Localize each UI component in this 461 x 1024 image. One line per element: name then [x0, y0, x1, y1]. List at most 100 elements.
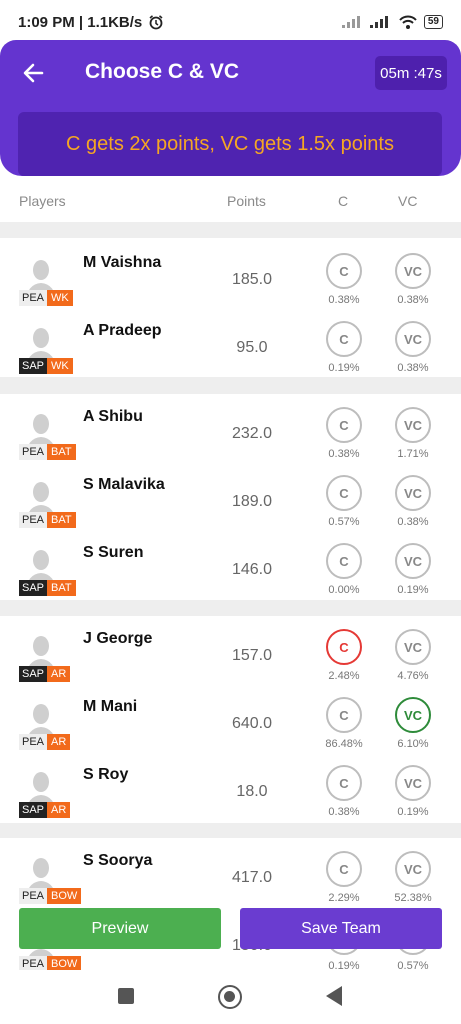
- player-points: 189.0: [231, 493, 273, 510]
- player-points: 185.0: [231, 271, 273, 288]
- vice-captain-selection-percent: 52.38%: [394, 892, 432, 904]
- column-header: Players Points C VC: [0, 176, 461, 222]
- vice-captain-button[interactable]: VC: [395, 697, 431, 733]
- wifi-icon: [399, 15, 417, 29]
- player-points: 95.0: [236, 339, 268, 356]
- player-row[interactable]: PEA WK M Vaishna 185.0 C VC 0.38% 0.38%: [0, 248, 461, 316]
- vice-captain-button[interactable]: VC: [395, 543, 431, 579]
- header: Choose C & VC 05m :47s C gets 2x points,…: [0, 40, 461, 176]
- player-points: 146.0: [231, 561, 273, 578]
- team-role-badge: PEA AR: [19, 734, 71, 750]
- player-points: 640.0: [231, 715, 273, 732]
- player-name: S Roy: [83, 766, 129, 783]
- player-name: M Mani: [83, 698, 138, 715]
- system-nav-bar: [0, 970, 461, 1024]
- signal-icon: [341, 16, 364, 28]
- player-name: A Pradeep: [83, 322, 162, 339]
- signal-icon-2: [369, 16, 392, 28]
- vice-captain-button[interactable]: VC: [395, 851, 431, 887]
- home-icon[interactable]: [218, 985, 242, 1009]
- vice-captain-selection-percent: 0.38%: [397, 294, 429, 306]
- captain-button[interactable]: C: [326, 851, 362, 887]
- player-name: J George: [83, 630, 153, 647]
- player-row[interactable]: PEA BAT S Malavika 189.0 C VC 0.57% 0.38…: [0, 470, 461, 538]
- points-info-banner: C gets 2x points, VC gets 1.5x points: [18, 112, 442, 176]
- player-row[interactable]: SAP BAT S Suren 146.0 C VC 0.00% 0.19%: [0, 538, 461, 606]
- countdown-timer: 05m :47s: [375, 56, 447, 90]
- player-row[interactable]: PEA AR M Mani 640.0 C VC 86.48% 6.10%: [0, 692, 461, 760]
- team-role-badge: SAP WK: [19, 358, 73, 374]
- captain-button[interactable]: C: [326, 765, 362, 801]
- team-code: PEA: [19, 290, 48, 306]
- column-points: Points: [227, 193, 266, 209]
- role-badge: AR: [47, 734, 71, 750]
- team-code: PEA: [19, 512, 48, 528]
- vice-captain-button[interactable]: VC: [395, 475, 431, 511]
- app-root: 1:09 PM | 1.1KB/s 59 Choose C & VC 05m:…: [0, 0, 461, 1024]
- captain-button[interactable]: C: [326, 475, 362, 511]
- section-divider: [0, 222, 461, 238]
- role-badge: WK: [47, 358, 73, 374]
- vice-captain-button[interactable]: VC: [395, 407, 431, 443]
- back-arrow-icon: [23, 63, 44, 83]
- team-role-badge: SAP AR: [19, 666, 71, 682]
- nav-back-icon[interactable]: [326, 986, 342, 1006]
- role-badge: AR: [47, 802, 71, 818]
- team-code: SAP: [19, 802, 48, 818]
- team-code: SAP: [19, 358, 48, 374]
- vice-captain-selection-percent: 0.38%: [397, 516, 429, 528]
- vice-captain-button[interactable]: VC: [395, 765, 431, 801]
- vice-captain-button[interactable]: VC: [395, 253, 431, 289]
- vice-captain-button[interactable]: VC: [395, 321, 431, 357]
- role-badge: AR: [47, 666, 71, 682]
- player-row[interactable]: SAP AR S Roy 18.0 C VC 0.38% 0.19%: [0, 760, 461, 828]
- player-row[interactable]: PEA BAT A Shibu 232.0 C VC 0.38% 1.71%: [0, 402, 461, 470]
- vice-captain-selection-percent: 0.19%: [397, 806, 429, 818]
- captain-button[interactable]: C: [326, 253, 362, 289]
- captain-button[interactable]: C: [326, 407, 362, 443]
- player-name: A Shibu: [83, 408, 143, 425]
- recents-icon[interactable]: [118, 988, 134, 1004]
- player-row[interactable]: PEA BOW S Soorya 417.0 C VC 2.29% 52.38%: [0, 846, 461, 914]
- player-points: 18.0: [236, 783, 268, 800]
- player-name: S Malavika: [83, 476, 165, 493]
- preview-button[interactable]: Preview: [19, 908, 221, 949]
- role-badge: BAT: [47, 580, 76, 596]
- column-vice-captain: VC: [398, 193, 418, 209]
- team-role-badge: PEA BAT: [19, 512, 76, 528]
- captain-selection-percent: 86.48%: [325, 738, 363, 750]
- captain-button[interactable]: C: [326, 543, 362, 579]
- player-points: 417.0: [231, 869, 273, 886]
- vice-captain-selection-percent: 0.38%: [397, 362, 429, 374]
- role-badge: BAT: [47, 444, 76, 460]
- captain-selection-percent: 0.38%: [328, 448, 360, 460]
- player-row[interactable]: SAP AR J George 157.0 C VC 2.48% 4.76%: [0, 624, 461, 692]
- column-captain: C: [338, 193, 349, 209]
- team-code: SAP: [19, 580, 48, 596]
- page-title: Choose C & VC: [85, 60, 240, 83]
- captain-button[interactable]: C: [326, 697, 362, 733]
- team-role-badge: SAP BAT: [19, 580, 76, 596]
- column-players: Players: [19, 193, 66, 209]
- player-points: 232.0: [231, 425, 273, 442]
- role-badge: BAT: [47, 512, 76, 528]
- player-name: S Soorya: [83, 852, 153, 869]
- player-row[interactable]: SAP WK A Pradeep 95.0 C VC 0.19% 0.38%: [0, 316, 461, 384]
- captain-selection-percent: 0.38%: [328, 806, 360, 818]
- captain-button[interactable]: C: [326, 321, 362, 357]
- vice-captain-selection-percent: 0.19%: [397, 584, 429, 596]
- back-button[interactable]: [18, 58, 48, 88]
- player-points: 157.0: [231, 647, 273, 664]
- captain-button[interactable]: C: [326, 629, 362, 665]
- vice-captain-button[interactable]: VC: [395, 629, 431, 665]
- vice-captain-selection-percent: 6.10%: [397, 738, 429, 750]
- captain-selection-percent: 0.19%: [328, 362, 360, 374]
- captain-selection-percent: 2.48%: [328, 670, 360, 682]
- vice-captain-selection-percent: 1.71%: [397, 448, 429, 460]
- status-time-speed: 1:09 PM | 1.1KB/s: [18, 13, 143, 31]
- save-team-button[interactable]: Save Team: [240, 908, 442, 949]
- team-role-badge: SAP AR: [19, 802, 71, 818]
- alarm-clock-icon: [149, 15, 163, 30]
- vice-captain-selection-percent: 4.76%: [397, 670, 429, 682]
- player-name: M Vaishna: [83, 254, 162, 271]
